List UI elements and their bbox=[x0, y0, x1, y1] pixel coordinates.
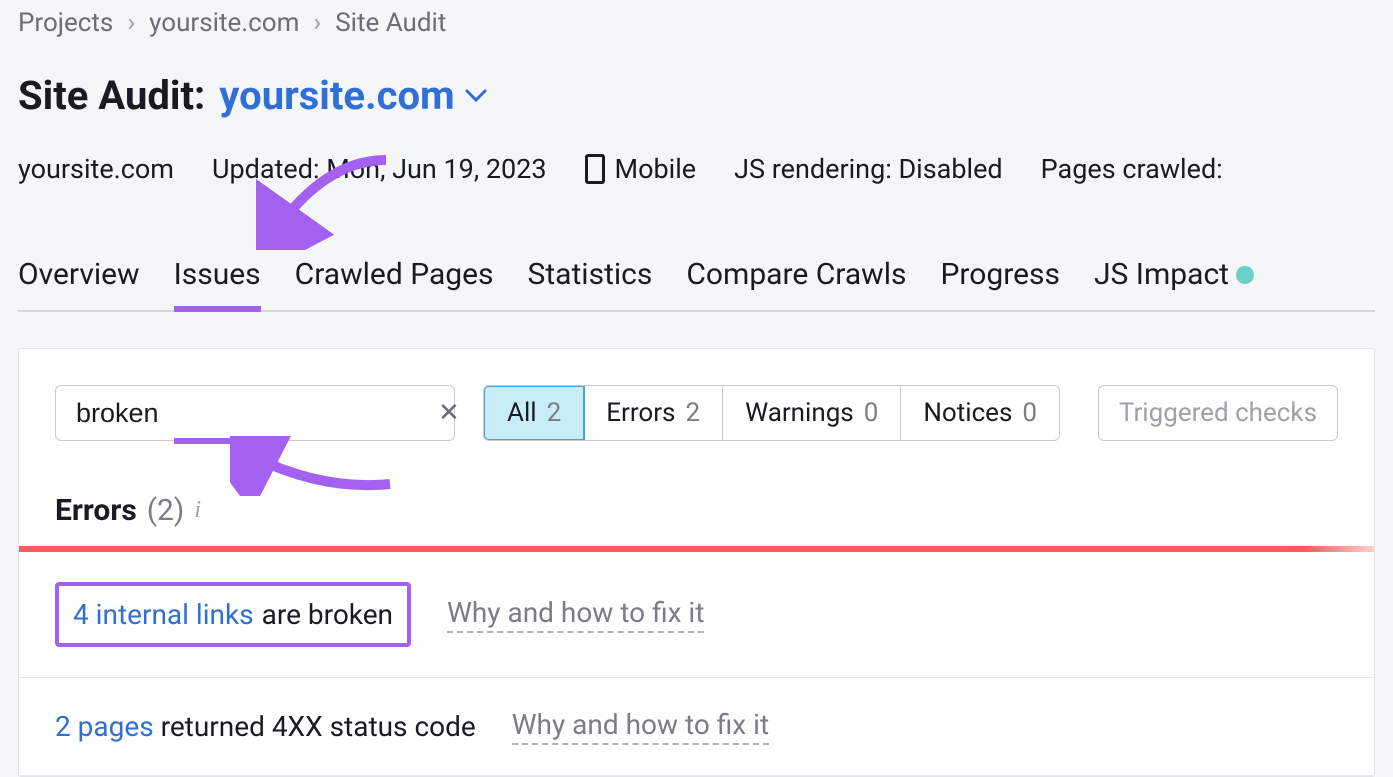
breadcrumb-section[interactable]: Site Audit bbox=[335, 8, 446, 38]
meta-pages-crawled: Pages crawled: bbox=[1041, 153, 1223, 185]
breadcrumb-domain[interactable]: yoursite.com bbox=[149, 8, 299, 38]
issue-link[interactable]: 4 internal links bbox=[73, 598, 254, 631]
breadcrumb-projects[interactable]: Projects bbox=[18, 8, 113, 38]
filter-warnings-count: 0 bbox=[864, 398, 879, 428]
tab-progress[interactable]: Progress bbox=[940, 257, 1060, 310]
filter-notices-count: 0 bbox=[1022, 398, 1037, 428]
filter-errors-label: Errors bbox=[606, 398, 675, 428]
search-box[interactable]: ✕ bbox=[55, 385, 455, 441]
info-icon[interactable]: i bbox=[194, 497, 201, 524]
tab-crawled-pages[interactable]: Crawled Pages bbox=[295, 257, 494, 310]
chevron-right-icon: › bbox=[313, 8, 321, 38]
issues-panel: ✕ All 2 Errors 2 Warnings 0 Notices bbox=[18, 348, 1375, 777]
panel-toolbar: ✕ All 2 Errors 2 Warnings 0 Notices bbox=[19, 349, 1374, 469]
how-to-fix-link[interactable]: Why and how to fix it bbox=[512, 708, 769, 745]
title-domain-text: yoursite.com bbox=[219, 72, 454, 119]
page-title-row: Site Audit: yoursite.com bbox=[18, 72, 1375, 119]
filter-all-count: 2 bbox=[547, 398, 562, 428]
tab-js-impact-label: JS Impact bbox=[1094, 257, 1229, 292]
meta-domain: yoursite.com bbox=[18, 153, 174, 185]
issue-text: are broken bbox=[262, 598, 393, 631]
issue-row: 4 internal links are broken Why and how … bbox=[19, 552, 1374, 678]
triggered-checks-dropdown[interactable]: Triggered checks bbox=[1098, 385, 1338, 441]
annotation-underline bbox=[174, 438, 276, 444]
triggered-checks-label: Triggered checks bbox=[1119, 398, 1317, 428]
errors-section-header: Errors (2) i bbox=[19, 469, 1374, 546]
badge-icon bbox=[1236, 266, 1254, 284]
how-to-fix-link[interactable]: Why and how to fix it bbox=[447, 596, 704, 633]
title-domain-dropdown[interactable]: yoursite.com bbox=[219, 72, 486, 119]
meta-row: yoursite.com Updated: Mon, Jun 19, 2023 … bbox=[18, 153, 1375, 185]
search-input[interactable] bbox=[68, 398, 438, 429]
issue-link[interactable]: 2 pages bbox=[55, 710, 154, 743]
issue-row: 2 pages returned 4XX status code Why and… bbox=[19, 678, 1374, 776]
tab-statistics[interactable]: Statistics bbox=[528, 257, 653, 310]
chevron-right-icon: › bbox=[127, 8, 135, 38]
filter-all-label: All bbox=[507, 398, 537, 428]
tab-compare-crawls[interactable]: Compare Crawls bbox=[686, 257, 906, 310]
annotation-highlight-box: 4 internal links are broken bbox=[55, 582, 411, 647]
filter-all[interactable]: All 2 bbox=[483, 385, 585, 441]
meta-updated: Updated: Mon, Jun 19, 2023 bbox=[212, 153, 547, 185]
filter-notices-label: Notices bbox=[923, 398, 1012, 428]
meta-js-rendering: JS rendering: Disabled bbox=[734, 153, 1003, 185]
issue-text: returned 4XX status code bbox=[161, 710, 476, 743]
breadcrumb: Projects › yoursite.com › Site Audit bbox=[18, 0, 1375, 38]
chevron-down-icon bbox=[465, 89, 487, 103]
errors-label: Errors bbox=[55, 493, 137, 528]
tab-overview[interactable]: Overview bbox=[18, 257, 140, 310]
filter-notices[interactable]: Notices 0 bbox=[901, 386, 1059, 440]
meta-device: Mobile bbox=[585, 153, 697, 185]
filter-errors-count: 2 bbox=[685, 398, 700, 428]
meta-device-text: Mobile bbox=[615, 153, 697, 185]
tabs: Overview Issues Crawled Pages Statistics… bbox=[18, 257, 1375, 312]
filter-warnings[interactable]: Warnings 0 bbox=[723, 386, 901, 440]
page-title: Site Audit: bbox=[18, 72, 205, 119]
errors-count: (2) bbox=[147, 493, 185, 528]
tab-issues[interactable]: Issues bbox=[174, 257, 261, 310]
mobile-icon bbox=[585, 154, 605, 184]
filter-errors[interactable]: Errors 2 bbox=[584, 386, 723, 440]
filter-warnings-label: Warnings bbox=[745, 398, 854, 428]
tab-js-impact[interactable]: JS Impact bbox=[1094, 257, 1254, 310]
filter-group: All 2 Errors 2 Warnings 0 Notices 0 bbox=[483, 385, 1060, 441]
clear-icon[interactable]: ✕ bbox=[438, 398, 460, 428]
